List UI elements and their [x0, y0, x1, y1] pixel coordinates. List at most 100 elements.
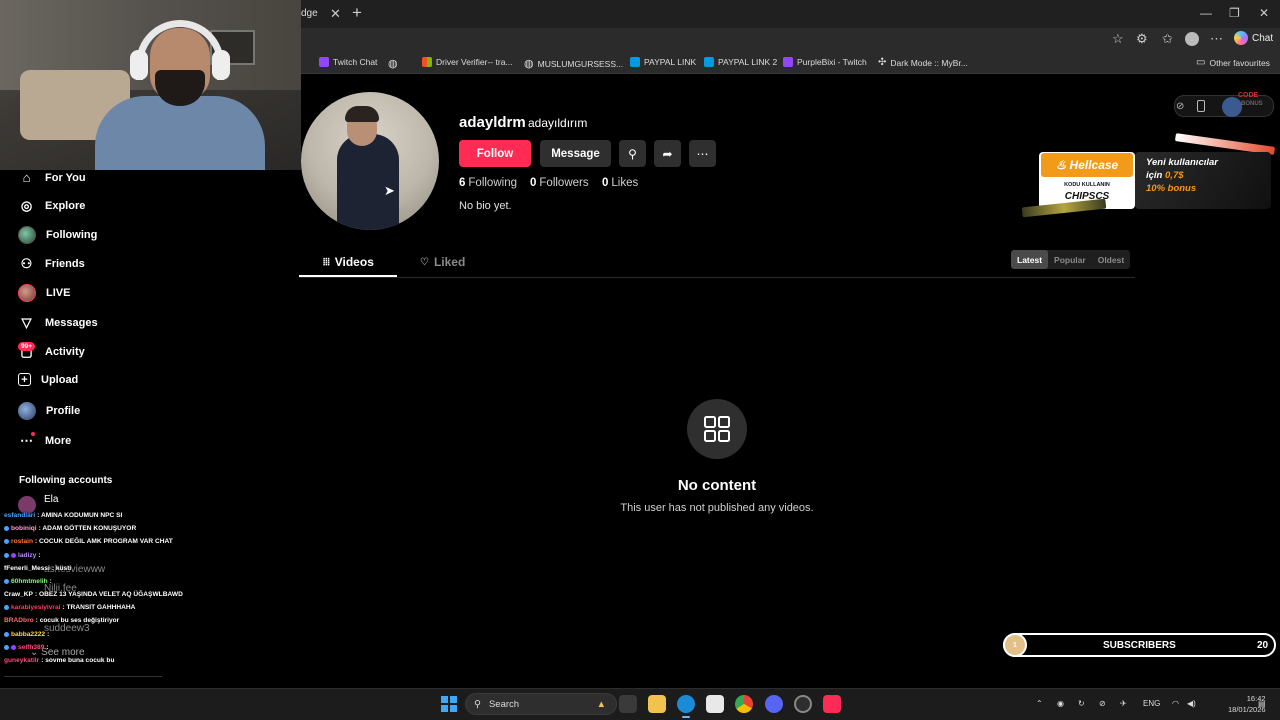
sidebar-item-messages[interactable]: ▽ Messages — [18, 314, 98, 331]
sort-oldest[interactable]: Oldest — [1092, 250, 1130, 269]
phone-icon — [1197, 100, 1205, 112]
suggested-accounts-button[interactable]: ⚲ — [619, 140, 646, 167]
chat-user: guneykatilr — [4, 657, 40, 664]
close-window-icon[interactable]: ✕ — [1259, 6, 1269, 20]
tray-network-off-icon[interactable]: ⊘ — [1099, 699, 1106, 708]
empty-state-title: No content — [677, 477, 757, 494]
ellipsis-icon: ⋯ — [696, 146, 709, 161]
tab-liked[interactable]: ♡ Liked — [420, 255, 465, 269]
notification-icon[interactable]: ▤ — [1258, 699, 1266, 708]
close-tab-icon[interactable]: ✕ — [330, 6, 341, 22]
chat-user: karabiyesiyivrai — [11, 604, 61, 611]
account-avatar[interactable] — [1185, 32, 1199, 46]
tray-overflow-icon[interactable]: ⌃ — [1036, 699, 1043, 708]
hellcase-brand: Hellcase — [1069, 158, 1119, 172]
chat-badge-icon — [4, 579, 9, 584]
twitch-icon — [783, 57, 793, 67]
volume-icon[interactable]: ◀) — [1187, 699, 1196, 708]
language-indicator[interactable]: ENG — [1143, 699, 1160, 708]
chat-message: babba2222: — [4, 631, 49, 638]
chat-message: esfandiari: AMINA KODUMUN NPC SI — [4, 512, 122, 519]
bookmark-label: Driver Verifier-- tra... — [436, 57, 513, 67]
menu-icon[interactable]: ⋯ — [1210, 31, 1223, 47]
tray-app-icon[interactable]: ✈ — [1120, 699, 1127, 708]
discord-icon[interactable] — [765, 695, 783, 713]
obs-icon[interactable] — [794, 695, 812, 713]
edge-icon[interactable] — [677, 695, 695, 713]
restore-icon[interactable]: ❐ — [1229, 6, 1240, 20]
minimize-icon[interactable]: — — [1200, 6, 1212, 20]
tab-videos[interactable]: ⦙⦙⦙ Videos — [323, 255, 374, 269]
sidebar-item-following[interactable]: Following — [18, 226, 97, 244]
sidebar-item-friends[interactable]: ⚇ Friends — [18, 255, 85, 272]
sidebar-item-for-you[interactable]: ⌂ For You — [18, 169, 86, 186]
sort-popular[interactable]: Popular — [1048, 250, 1092, 269]
subscribers-goal-start: 1 — [1003, 633, 1027, 657]
bookmark-muslumgursess[interactable]: ◍ MUSLUMGURSESS... — [524, 57, 623, 70]
sort-latest[interactable]: Latest — [1011, 250, 1049, 269]
following-account-name[interactable]: suddeew3 — [44, 623, 90, 634]
more-options-button[interactable]: ⋯ — [689, 140, 716, 167]
wifi-icon[interactable]: ◠ — [1172, 699, 1179, 708]
globe-icon: ◍ — [524, 58, 534, 70]
stat-followers[interactable]: 0 Followers — [530, 177, 589, 189]
bookmark-purplebixi[interactable]: PurpleBixi - Twitch — [783, 57, 867, 67]
follow-button[interactable]: Follow — [459, 140, 531, 167]
webcam-streamer-shirt — [95, 96, 265, 170]
sidebar-item-upload[interactable]: + Upload — [18, 373, 78, 386]
chat-badge-icon — [11, 645, 16, 650]
chrome-icon[interactable] — [735, 695, 753, 713]
following-account-name[interactable]: Ela — [44, 494, 58, 505]
sidebar-item-profile[interactable]: Profile — [18, 402, 80, 420]
ad-line-1: Yeni kullanıcılar — [1146, 157, 1218, 168]
chat-user: ladizy — [18, 552, 37, 559]
sidebar-item-label: LIVE — [46, 287, 71, 299]
chat-message: guneykatilr: sovme buna cocuk bu — [4, 657, 114, 664]
chat-text: : — [47, 631, 50, 638]
bookmark-paypal-link[interactable]: PAYPAL LINK — [630, 57, 696, 67]
windows-start-icon[interactable] — [441, 696, 457, 712]
bookmark-driver-verifier[interactable]: Driver Verifier-- tra... — [422, 57, 513, 67]
favorite-star-icon[interactable]: ☆ — [1112, 31, 1124, 47]
other-favourites[interactable]: ▭ Other favourites — [1196, 57, 1270, 68]
sidebar-item-more[interactable]: ⋯ More — [18, 432, 71, 449]
chat-message: rostain: COCUK DEĞIL AMK PROGRAM VAR CHA… — [4, 538, 173, 545]
bookmark-twitch-chat[interactable]: Twitch Chat — [319, 57, 377, 67]
stat-value: 6 — [459, 177, 466, 189]
stat-following[interactable]: 6 Following — [459, 177, 517, 189]
subscribers-label: SUBSCRIBERS — [1103, 640, 1176, 651]
microsoft-icon — [422, 57, 432, 67]
search-icon: ⚲ — [474, 698, 481, 710]
chat-user: rostain — [11, 538, 33, 545]
new-tab-icon[interactable]: + — [352, 3, 362, 23]
bookmark-dark-mode[interactable]: ✣ Dark Mode :: MyBr... — [878, 57, 968, 68]
sidebar-item-explore[interactable]: ◎ Explore — [18, 197, 86, 214]
stat-likes: 0 Likes — [602, 177, 638, 189]
tiktok-icon[interactable] — [823, 695, 841, 713]
bookmark-paypal-link-2[interactable]: PAYPAL LINK 2 — [704, 57, 777, 67]
tabs-divider — [299, 277, 1135, 278]
tab-title[interactable]: dge — [301, 8, 318, 19]
puzzle-icon: ✣ — [878, 57, 887, 68]
ad-line-3: 10% bonus — [1146, 183, 1197, 194]
file-explorer-icon[interactable] — [648, 695, 666, 713]
url-field[interactable] — [300, 30, 1110, 50]
tab-label: Liked — [433, 255, 466, 269]
store-icon[interactable] — [706, 695, 724, 713]
copilot-chat-button[interactable]: Chat — [1234, 31, 1273, 45]
sidebar-item-label: Friends — [45, 257, 85, 270]
task-view-icon[interactable] — [619, 695, 637, 713]
compass-icon: ◎ — [20, 197, 33, 213]
favorites-icon[interactable]: ✩ — [1162, 31, 1173, 47]
share-button[interactable]: ➦ — [654, 140, 681, 167]
tray-sync-icon[interactable]: ↻ — [1078, 699, 1085, 708]
message-button[interactable]: Message — [540, 140, 611, 167]
taskbar-search[interactable]: ⚲ Search ▲ — [465, 693, 617, 715]
bookmark-globe[interactable]: ◍ — [388, 57, 398, 70]
profile-picture[interactable] — [301, 92, 439, 230]
chat-badge-icon — [11, 553, 16, 558]
extensions-icon[interactable]: ⚙ — [1136, 31, 1148, 47]
sidebar-item-live[interactable]: LIVE — [18, 284, 70, 302]
tray-discord-icon[interactable]: ◉ — [1057, 699, 1064, 708]
following-accounts-header: Following accounts — [19, 475, 113, 486]
